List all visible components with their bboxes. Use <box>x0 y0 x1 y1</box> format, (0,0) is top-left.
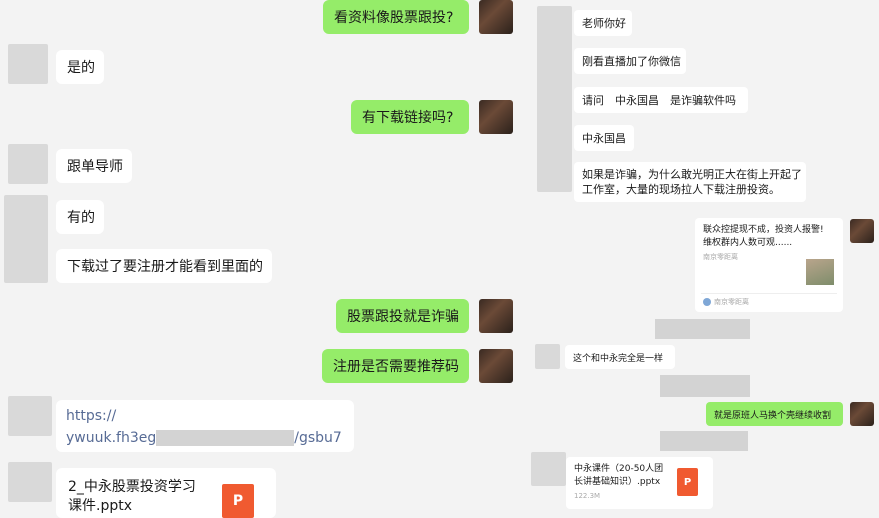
news-thumbnail <box>806 259 834 285</box>
incoming-message[interactable]: 下载过了要注册才能看到里面的 <box>56 249 272 283</box>
message-text: 有的 <box>67 210 95 226</box>
message-text: 请问 中永国昌 是诈骗软件吗 <box>582 94 736 107</box>
my-avatar[interactable] <box>479 299 513 333</box>
incoming-message[interactable]: 有的 <box>56 200 104 234</box>
contact-avatar[interactable] <box>8 144 48 184</box>
contact-avatar[interactable] <box>4 195 48 283</box>
card-footer: 南京零距离 <box>703 297 749 307</box>
file-message[interactable]: 2_中永股票投资学习 课件.pptx P <box>56 468 276 518</box>
incoming-message[interactable]: 中永国昌 <box>574 125 634 151</box>
contact-avatar[interactable] <box>8 462 52 502</box>
message-text-line-2: 工作室，大量的现场拉人下载注册投资。 <box>582 183 780 196</box>
message-text: 注册是否需要推荐码 <box>333 359 459 375</box>
message-text: 这个和中永完全是一样 <box>573 353 664 364</box>
contact-avatar[interactable] <box>531 452 566 486</box>
news-title-line-1: 联众控提现不成，投资人报警! <box>703 225 824 235</box>
outgoing-message[interactable]: 就是原班人马换个壳继续收割 <box>706 402 843 426</box>
news-title-line-2: 维权群内人数可观...... <box>703 238 793 248</box>
incoming-message[interactable]: 如果是诈骗，为什么敢光明正大在街上开起了 工作室，大量的现场拉人下载注册投资。 <box>574 162 806 202</box>
outgoing-message[interactable]: 有下载链接吗? <box>351 100 469 134</box>
link-message[interactable]: https:// ywuuk.fh3eg/gsbu7 <box>56 400 354 452</box>
message-text: 是的 <box>67 60 95 76</box>
file-message[interactable]: 中永课件（20-50人团 长讲基础知识）.pptx 122.3M P <box>566 457 713 509</box>
pptx-icon-letter: P <box>232 493 244 509</box>
pptx-file-icon: P <box>677 468 698 496</box>
message-text: 看资料像股票跟投? <box>334 10 454 26</box>
message-text-line-1: 如果是诈骗，为什么敢光明正大在街上开起了 <box>582 168 802 181</box>
message-text: 股票跟投就是诈骗 <box>347 309 459 325</box>
contact-avatar[interactable] <box>537 6 572 192</box>
redaction-block <box>156 430 295 446</box>
source-logo-icon <box>703 298 711 306</box>
link-suffix: /gsbu7 <box>294 430 342 446</box>
my-avatar[interactable] <box>479 100 513 134</box>
incoming-message[interactable]: 是的 <box>56 50 104 84</box>
contact-avatar[interactable] <box>8 44 48 84</box>
message-text: 老师你好 <box>582 17 626 30</box>
link-prefix: ywuuk.fh3eg <box>66 430 157 446</box>
incoming-message[interactable]: 这个和中永完全是一样 <box>565 345 675 369</box>
message-text: 下载过了要注册才能看到里面的 <box>67 259 263 275</box>
my-avatar[interactable] <box>850 402 874 426</box>
my-avatar[interactable] <box>479 349 513 383</box>
my-avatar[interactable] <box>479 0 513 34</box>
contact-avatar[interactable] <box>535 344 560 369</box>
redacted-area <box>655 319 750 339</box>
link-line-2[interactable]: ywuuk.fh3eg/gsbu7 <box>66 427 344 449</box>
message-text: 有下载链接吗? <box>362 110 454 126</box>
incoming-message[interactable]: 老师你好 <box>574 10 632 36</box>
message-text: 跟单导师 <box>67 159 123 175</box>
my-avatar[interactable] <box>850 219 874 243</box>
redacted-area <box>660 431 748 451</box>
card-source-name: 南京零距离 <box>714 298 749 306</box>
message-text: 中永国昌 <box>582 132 626 145</box>
outgoing-message[interactable]: 股票跟投就是诈骗 <box>336 299 469 333</box>
outgoing-message[interactable]: 注册是否需要推荐码 <box>322 349 469 383</box>
incoming-message[interactable]: 请问 中永国昌 是诈骗软件吗 <box>574 87 748 113</box>
contact-avatar[interactable] <box>8 396 52 436</box>
incoming-message[interactable]: 跟单导师 <box>56 149 132 183</box>
card-divider <box>701 293 837 294</box>
incoming-message[interactable]: 刚看直播加了你微信 <box>574 48 686 74</box>
link-line-1[interactable]: https:// <box>66 405 344 427</box>
message-text: 刚看直播加了你微信 <box>582 55 681 68</box>
outgoing-message[interactable]: 看资料像股票跟投? <box>323 0 469 34</box>
news-share-card[interactable]: 联众控提现不成，投资人报警! 维权群内人数可观...... 南京零距离 南京零距… <box>695 218 843 312</box>
pptx-icon-letter: P <box>683 476 692 488</box>
message-text: 就是原班人马换个壳继续收割 <box>714 410 832 421</box>
redacted-area <box>660 375 750 397</box>
